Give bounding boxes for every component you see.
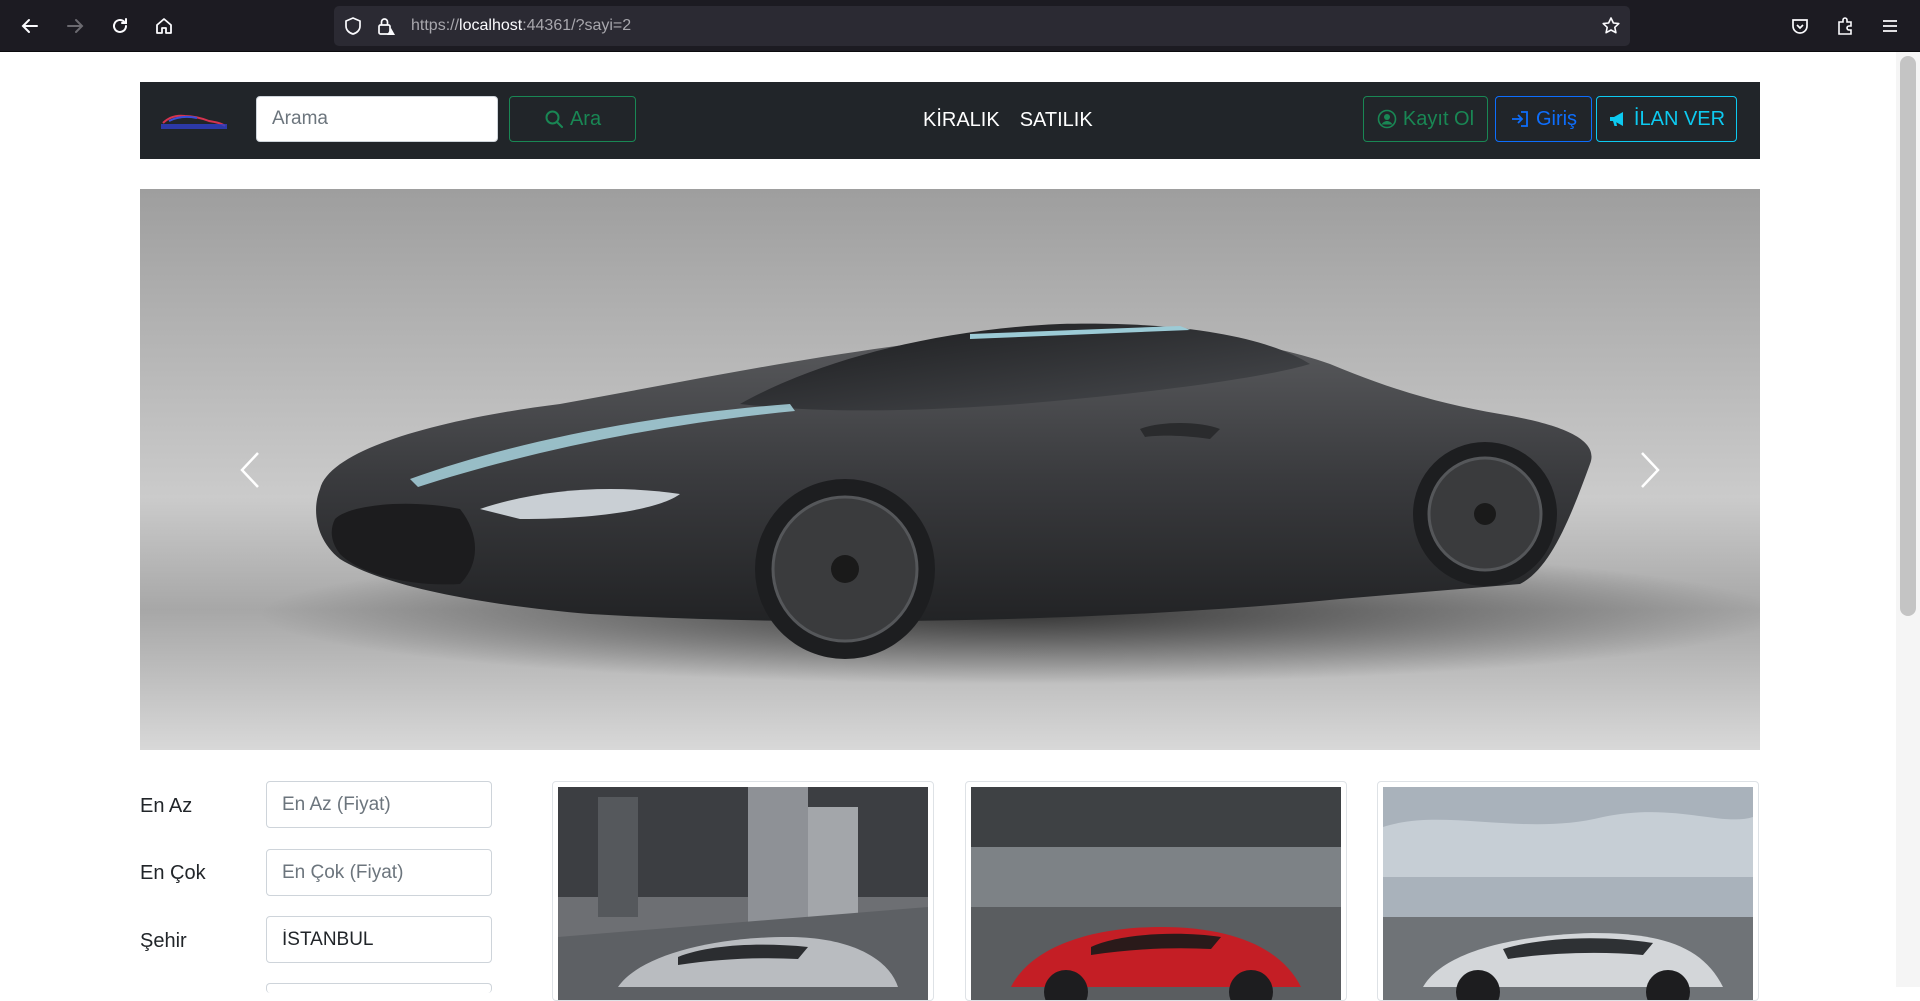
min-price-label: En Az <box>140 795 193 817</box>
listing-card-image[interactable] <box>558 787 928 1000</box>
max-price-input[interactable] <box>266 849 492 896</box>
search-button[interactable]: Ara <box>509 96 636 142</box>
nav-link-kiralik[interactable]: KİRALIK <box>923 109 1000 132</box>
site-navbar: Ara KİRALIK SATILIK Kayıt Ol Giriş İLAN … <box>140 82 1760 159</box>
max-price-label: En Çok <box>140 862 206 884</box>
menu-icon[interactable] <box>1880 16 1900 36</box>
login-button-label: Giriş <box>1535 107 1578 130</box>
login-button[interactable]: Giriş <box>1495 96 1592 142</box>
reload-icon <box>113 18 127 33</box>
city-input[interactable] <box>266 916 492 963</box>
shield-icon[interactable] <box>344 17 362 35</box>
next-filter-input[interactable] <box>266 983 492 993</box>
browser-toolbar: https://localhost:44361/?sayi=2 <box>0 0 1920 52</box>
min-price-input[interactable] <box>266 781 492 828</box>
register-button-label: Kayıt Ol <box>1402 107 1475 130</box>
carousel-prev-button[interactable] <box>170 189 330 750</box>
listing-card[interactable] <box>552 781 934 1001</box>
listing-card[interactable] <box>1377 781 1759 1001</box>
chevron-left-icon <box>240 451 259 488</box>
home-icon <box>156 18 172 34</box>
back-button[interactable] <box>15 11 45 41</box>
post-ad-button-label: İLAN VER <box>1633 107 1726 130</box>
search-button-label: Ara <box>569 107 602 130</box>
nav-link-satilik[interactable]: SATILIK <box>1020 109 1093 132</box>
url-host: localhost <box>459 17 523 34</box>
extensions-icon[interactable] <box>1835 16 1855 36</box>
main-nav: KİRALIK SATILIK <box>923 109 1093 132</box>
lock-warning-icon[interactable] <box>376 16 396 36</box>
login-icon <box>1511 111 1528 127</box>
listing-card-image[interactable] <box>1383 787 1753 1000</box>
home-button[interactable] <box>149 11 179 41</box>
pocket-icon[interactable] <box>1790 16 1810 36</box>
post-ad-button[interactable]: İLAN VER <box>1596 96 1737 142</box>
company-logo[interactable] <box>159 109 229 131</box>
url-text[interactable]: https://localhost:44361/?sayi=2 <box>411 17 631 35</box>
city-label: Şehir <box>140 930 187 952</box>
arrow-left-icon <box>21 19 38 33</box>
carousel-slide-image <box>260 323 1760 684</box>
forward-button[interactable] <box>60 11 90 41</box>
search-icon <box>545 110 563 128</box>
url-path: :44361/?sayi=2 <box>522 17 632 34</box>
listing-card-image[interactable] <box>971 787 1341 1000</box>
url-scheme: https:// <box>411 17 460 34</box>
scrollbar-thumb[interactable] <box>1900 56 1916 616</box>
reload-button[interactable] <box>105 11 135 41</box>
user-circle-icon <box>1377 109 1397 129</box>
chevron-right-icon <box>1641 451 1660 488</box>
address-bar[interactable]: https://localhost:44361/?sayi=2 <box>334 6 1630 46</box>
bookmark-star-icon[interactable] <box>1601 16 1621 36</box>
register-button[interactable]: Kayıt Ol <box>1363 96 1488 142</box>
search-input[interactable] <box>256 96 498 142</box>
arrow-right-icon <box>67 19 84 33</box>
megaphone-icon <box>1609 112 1623 126</box>
hero-carousel <box>140 189 1760 750</box>
listing-card[interactable] <box>965 781 1347 1001</box>
carousel-next-button[interactable] <box>1570 189 1730 750</box>
